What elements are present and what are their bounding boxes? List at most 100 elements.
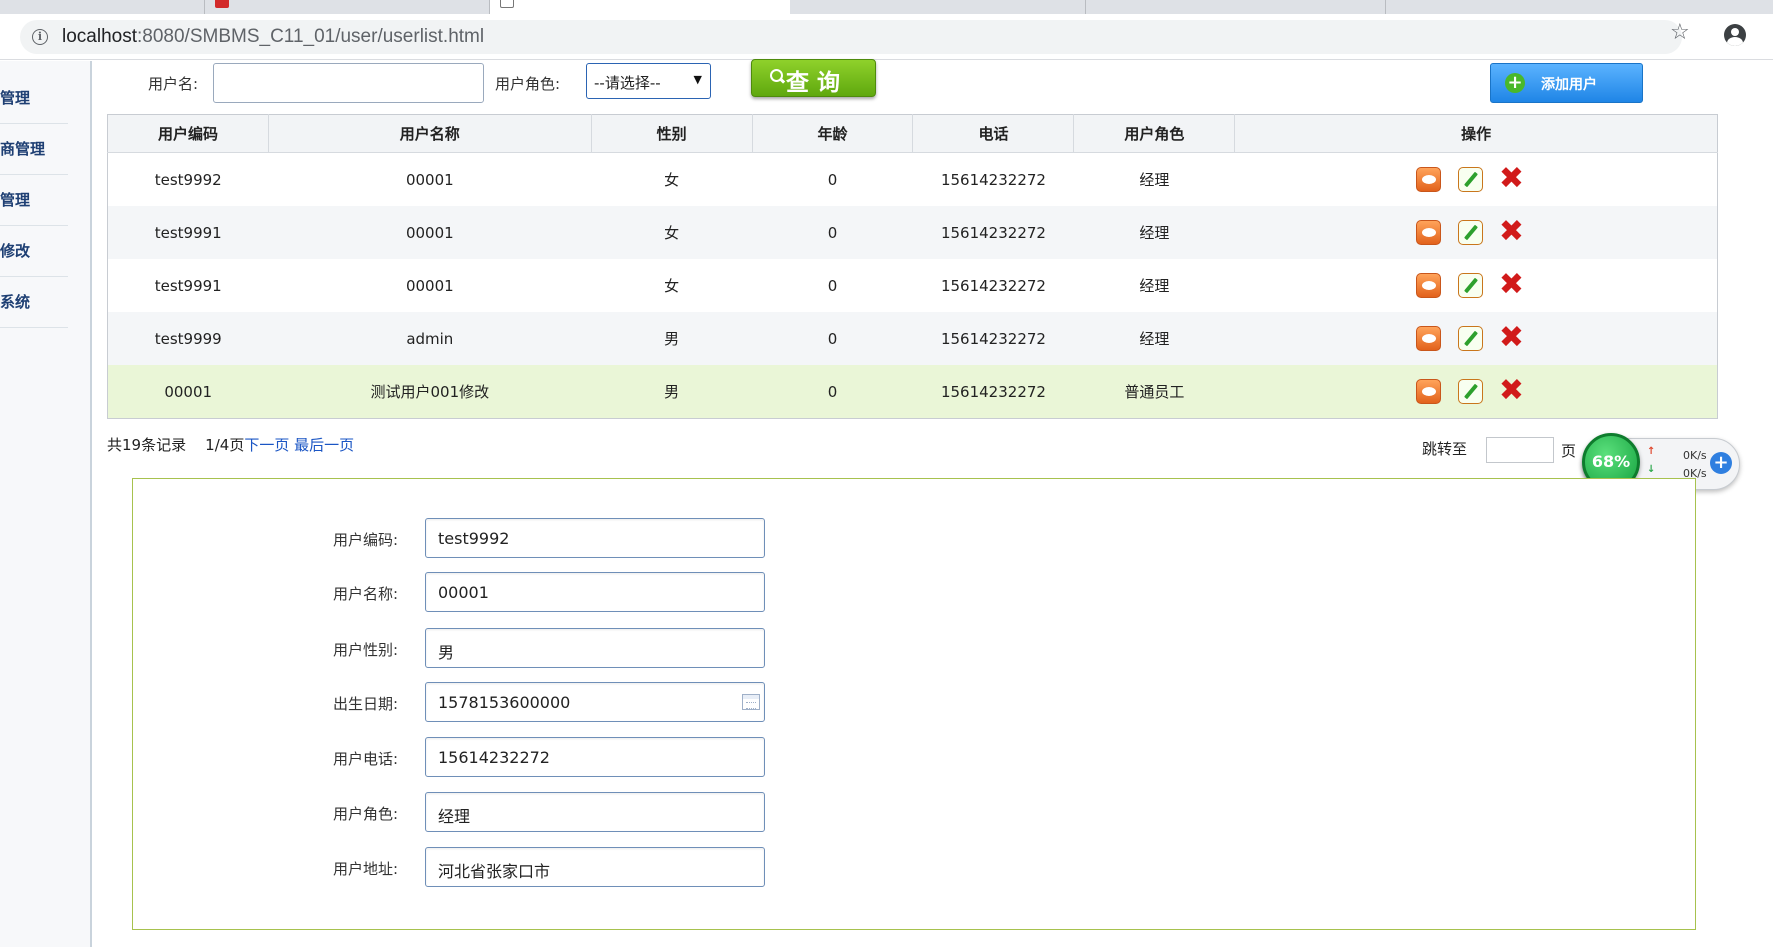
upload-rate: 0K/s <box>1683 449 1707 462</box>
edit-icon[interactable] <box>1457 326 1483 351</box>
address-bar: i localhost:8080/SMBMS_C11_01/user/userl… <box>0 14 1773 60</box>
dropdown-arrow-icon: ▼ <box>693 73 702 86</box>
add-user-label: 添加用户 <box>1541 77 1597 93</box>
edit-icon[interactable] <box>1457 167 1483 192</box>
view-icon[interactable] <box>1415 220 1441 245</box>
record-count: 共19条记录 <box>107 436 187 454</box>
sidebar-item-label: 修改 <box>0 242 31 260</box>
sidebar-item-label: 系统 <box>0 293 31 311</box>
delete-icon[interactable]: ✖ <box>1499 376 1524 406</box>
sidebar-item-provider-management[interactable]: 商管理 <box>0 124 68 175</box>
field-label-gender: 用户性别: <box>333 641 399 659</box>
delete-icon[interactable]: ✖ <box>1499 323 1524 353</box>
calendar-icon[interactable] <box>742 694 760 710</box>
edit-icon[interactable] <box>1457 273 1483 298</box>
user-gender-value: 男 <box>438 643 455 662</box>
role-label: 用户角色: <box>495 75 561 93</box>
cell-actions: ✖ <box>1235 153 1718 207</box>
url-text[interactable]: localhost:8080/SMBMS_C11_01/user/userlis… <box>62 26 484 48</box>
cell-role: 经理 <box>1139 277 1170 295</box>
query-button[interactable]: 查 询 <box>751 59 876 97</box>
cell-actions: ✖ <box>1235 206 1718 259</box>
user-name-field[interactable]: 00001 <box>425 572 765 612</box>
cell-name: 00001 <box>405 170 454 189</box>
username-input[interactable] <box>213 63 484 103</box>
cell-phone: 15614232272 <box>940 170 1046 189</box>
cell-phone: 15614232272 <box>940 276 1046 295</box>
user-birthday-value: 1578153600000 <box>438 693 571 712</box>
download-arrow-icon: ↓ <box>1647 464 1656 475</box>
sidebar-item-password-change[interactable]: 修改 <box>0 226 68 277</box>
bookmark-star-icon[interactable]: ☆ <box>1670 22 1694 46</box>
cell-phone: 15614232272 <box>940 329 1046 348</box>
browser-tab[interactable] <box>0 0 205 14</box>
user-address-field[interactable]: 河北省张家口市 <box>425 847 765 887</box>
cell-name: 00001 <box>405 276 454 295</box>
table-header-row: 用户编码 用户名称 性别 年龄 电话 用户角色 操作 <box>107 114 1718 153</box>
browser-tab-active[interactable] <box>490 0 790 14</box>
sidebar-item-user-management[interactable]: 管理 <box>0 73 68 124</box>
url-host: localhost <box>62 26 137 47</box>
view-icon[interactable] <box>1415 379 1441 404</box>
jump-page-input[interactable] <box>1486 437 1554 463</box>
sidebar-item-logout[interactable]: 系统 <box>0 277 68 328</box>
url-path: :8080/SMBMS_C11_01/user/userlist.html <box>137 26 485 47</box>
upload-arrow-icon: ↑ <box>1647 446 1656 457</box>
browser-tab[interactable] <box>1086 0 1386 14</box>
widget-plus-icon[interactable]: + <box>1710 452 1732 474</box>
cell-age: 0 <box>827 329 838 348</box>
cell-actions: ✖ <box>1235 365 1718 419</box>
view-icon[interactable] <box>1415 326 1441 351</box>
user-birthday-field[interactable]: 1578153600000 <box>425 682 765 722</box>
add-user-button[interactable]: + 添加用户 <box>1490 63 1643 103</box>
user-gender-field[interactable]: 男 <box>425 628 765 668</box>
url-omnibox[interactable]: i localhost:8080/SMBMS_C11_01/user/userl… <box>20 20 1682 54</box>
browser-tab[interactable] <box>790 0 1086 14</box>
search-icon <box>770 69 784 83</box>
cell-actions: ✖ <box>1235 259 1718 312</box>
table-row: test9991 00001 女 0 15614232272 经理 ✖ <box>108 259 1718 312</box>
delete-icon[interactable]: ✖ <box>1499 270 1524 300</box>
column-header-age: 年龄 <box>752 114 914 153</box>
delete-icon[interactable]: ✖ <box>1499 217 1524 247</box>
edit-icon[interactable] <box>1457 379 1483 404</box>
last-page-link[interactable]: 最后一页 <box>294 436 354 454</box>
table-row-selected: 00001 测试用户001修改 男 0 15614232272 普通员工 ✖ <box>107 365 1718 419</box>
edit-icon[interactable] <box>1457 220 1483 245</box>
cell-age: 0 <box>827 223 838 242</box>
next-page-link[interactable]: 下一页 <box>244 436 289 454</box>
browser-tab[interactable] <box>205 0 490 14</box>
user-phone-field[interactable]: 15614232272 <box>425 737 765 777</box>
account-icon[interactable] <box>1724 24 1746 46</box>
page-info: 1/4页 <box>205 436 245 454</box>
user-code-value: test9992 <box>438 529 510 548</box>
view-icon[interactable] <box>1415 167 1441 192</box>
jump-page-unit: 页 <box>1561 442 1577 460</box>
field-label-birthday: 出生日期: <box>333 695 399 713</box>
user-role-field[interactable]: 经理 <box>425 792 765 832</box>
field-label-phone: 用户电话: <box>333 750 399 768</box>
browser-tab[interactable] <box>1386 0 1773 14</box>
cell-gender: 女 <box>664 277 680 295</box>
sidebar-item-label: 管理 <box>0 191 31 209</box>
cell-name: admin <box>406 329 454 348</box>
cell-actions: ✖ <box>1235 312 1718 365</box>
view-icon[interactable] <box>1415 273 1441 298</box>
cell-age: 0 <box>827 170 838 189</box>
role-select[interactable]: --请选择-- ▼ <box>586 63 711 99</box>
user-code-field[interactable]: test9992 <box>425 518 765 558</box>
cell-code: test9999 <box>154 329 222 348</box>
info-icon[interactable]: i <box>32 29 48 45</box>
sidebar-item-bill-management[interactable]: 管理 <box>0 175 68 226</box>
field-label-role: 用户角色: <box>333 805 399 823</box>
user-role-value: 经理 <box>438 807 471 826</box>
column-header-code: 用户编码 <box>107 114 269 153</box>
tab-favicon-icon <box>215 0 229 8</box>
cell-code: test9992 <box>154 170 222 189</box>
column-header-phone: 电话 <box>912 114 1075 153</box>
delete-icon[interactable]: ✖ <box>1499 164 1524 194</box>
search-bar: 用户名: 用户角色: --请选择-- ▼ 查 询 + 添加用户 <box>107 59 1718 113</box>
query-button-label: 查 询 <box>786 70 841 96</box>
cell-age: 0 <box>827 382 838 401</box>
sidebar: 管理 商管理 管理 修改 系统 <box>0 61 92 947</box>
